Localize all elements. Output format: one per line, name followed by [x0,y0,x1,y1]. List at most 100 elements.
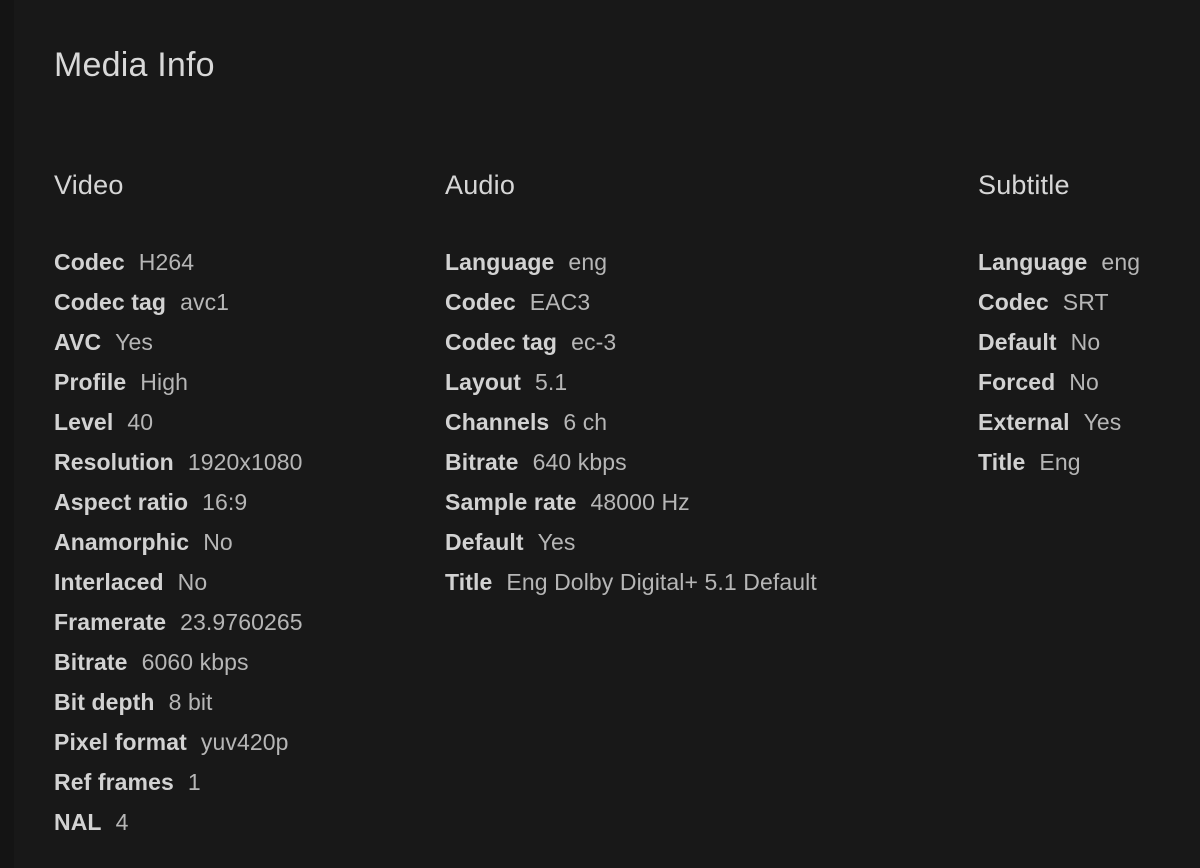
property-label: Default [978,329,1057,355]
property-list-audio: Language eng Codec EAC3 Codec tag ec-3 Layout 5… [445,242,965,602]
property-label: Codec tag [445,329,558,355]
property-value: 1920x1080 [187,449,303,475]
property-label: Aspect ratio [54,489,189,515]
property-row: Codec H264 [54,242,434,282]
property-value: 1 [187,769,201,795]
property-label: Sample rate [445,489,577,515]
property-label: Pixel format [54,729,187,755]
property-row: NAL 4 [54,802,434,842]
property-row: Default Yes [445,522,965,562]
section-header-audio: Audio [445,170,516,200]
property-list-subtitle: Language eng Codec SRT Default No Forced No Exte… [978,242,1200,482]
property-row: Title Eng [978,442,1200,482]
property-row: Anamorphic No [54,522,434,562]
property-row: Interlaced No [54,562,434,602]
property-value: Yes [115,329,153,355]
property-value: 48000 Hz [590,489,690,515]
property-value: No [1069,369,1099,395]
property-row: Codec EAC3 [445,282,965,322]
property-row: AVC Yes [54,322,434,362]
property-label: Level [54,409,114,435]
property-row: Codec SRT [978,282,1200,322]
property-label: Language [978,249,1088,275]
property-label: Title [445,569,493,595]
property-value: 23.9760265 [180,609,303,635]
property-label: Ref frames [54,769,174,795]
property-label: Codec tag [54,289,167,315]
property-row: Level 40 [54,402,434,442]
property-label: Bitrate [445,449,519,475]
property-label: Codec [54,249,125,275]
section-header-video: Video [54,170,124,200]
property-value: No [203,529,233,555]
property-label: Layout [445,369,521,395]
property-label: Resolution [54,449,174,475]
property-label: Interlaced [54,569,164,595]
property-row: Ref frames 1 [54,762,434,802]
property-value: Yes [1083,409,1122,435]
property-label: Title [978,449,1026,475]
property-row: Bitrate 6060 kbps [54,642,434,682]
property-value: No [177,569,208,595]
property-row: Language eng [445,242,965,282]
property-row: Bit depth 8 bit [54,682,434,722]
property-value: 16:9 [202,489,248,515]
property-value: 8 bit [168,689,213,715]
property-label: Channels [445,409,550,435]
property-label: Anamorphic [54,529,190,555]
property-value: Eng Dolby Digital+ 5.1 Default [506,569,817,595]
section-header-subtitle: Subtitle [978,170,1070,200]
property-value: No [1070,329,1101,355]
property-label: Forced [978,369,1056,395]
page-title: Media Info [54,46,215,84]
property-value: ec-3 [571,329,617,355]
property-list-video: Codec H264 Codec tag avc1 AVC Yes Profile High L… [54,242,434,842]
property-value: 40 [127,409,154,435]
property-row: Layout 5.1 [445,362,965,402]
property-value: eng [1101,249,1141,275]
property-row: Codec tag avc1 [54,282,434,322]
property-value: 6060 kbps [141,649,249,675]
property-label: Language [445,249,555,275]
property-value: High [140,369,188,395]
property-value: H264 [138,249,195,275]
property-value: EAC3 [529,289,591,315]
property-value: Yes [537,529,576,555]
property-row: Pixel format yuv420p [54,722,434,762]
property-value: 5.1 [535,369,568,395]
property-label: Codec [445,289,516,315]
property-value: yuv420p [200,729,289,755]
property-row: Codec tag ec-3 [445,322,965,362]
property-label: Framerate [54,609,167,635]
property-row: Resolution 1920x1080 [54,442,434,482]
property-row: Framerate 23.9760265 [54,602,434,642]
property-row: Aspect ratio 16:9 [54,482,434,522]
property-label: Profile [54,369,127,395]
property-label: External [978,409,1070,435]
property-row: Title Eng Dolby Digital+ 5.1 Default [445,562,965,602]
property-row: Bitrate 640 kbps [445,442,965,482]
property-row: Language eng [978,242,1200,282]
property-row: Forced No [978,362,1200,402]
property-row: Default No [978,322,1200,362]
property-value: Eng [1039,449,1081,475]
property-row: Profile High [54,362,434,402]
media-section-audio: Audio Language eng Codec EAC3 Codec tag ec-3 L… [445,172,965,602]
property-value: SRT [1062,289,1109,315]
property-label: NAL [54,809,102,835]
property-label: Codec [978,289,1049,315]
property-value: avc1 [180,289,230,315]
media-info-screen: Media Info Video Codec H264 Codec tag avc1 A… [0,0,1200,868]
media-section-video: Video Codec H264 Codec tag avc1 AVC Yes Profil… [54,172,434,842]
property-value: 4 [115,809,129,835]
property-label: Bit depth [54,689,155,715]
property-value: eng [568,249,608,275]
property-row: Channels 6 ch [445,402,965,442]
property-label: Bitrate [54,649,128,675]
property-value: 640 kbps [532,449,627,475]
property-value: 6 ch [563,409,608,435]
media-section-subtitle: Subtitle Language eng Codec SRT Default No For… [978,172,1200,482]
property-row: External Yes [978,402,1200,442]
property-row: Sample rate 48000 Hz [445,482,965,522]
property-label: Default [445,529,524,555]
